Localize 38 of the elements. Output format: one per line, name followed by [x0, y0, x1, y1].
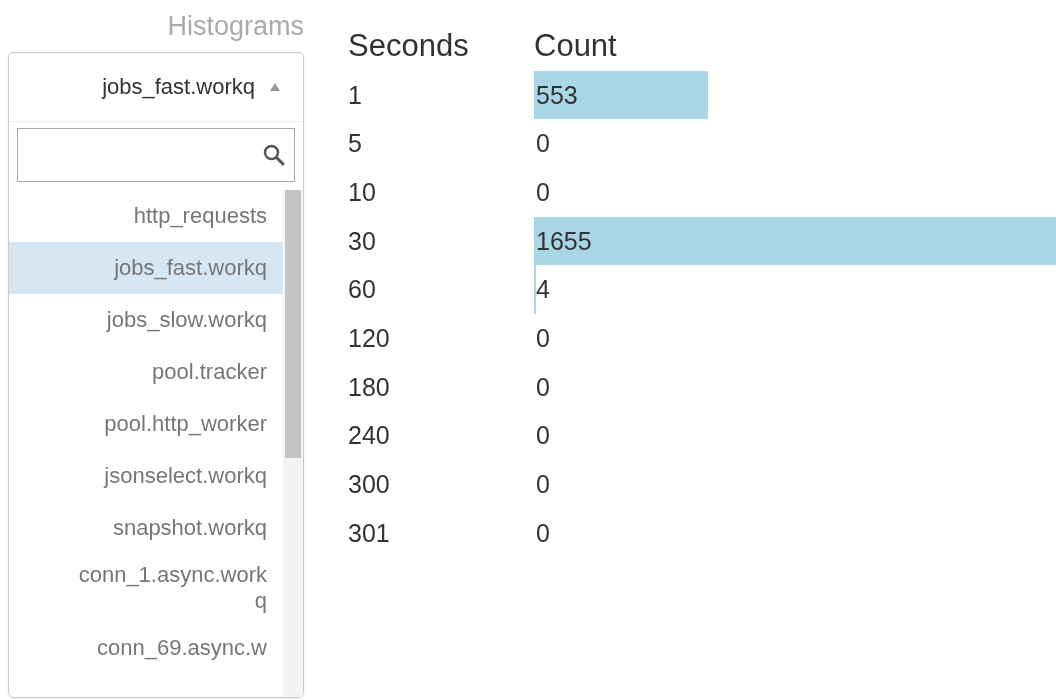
table-cell-text: 30 [348, 225, 377, 257]
dropdown-option[interactable]: conn_1.async.workq [9, 554, 283, 622]
table-cell-text: 10 [348, 176, 377, 208]
table-cell-text: 120 [348, 322, 391, 354]
column-header: Count [534, 27, 618, 65]
caret-icon [269, 82, 281, 92]
table-cell: 0 [536, 372, 550, 402]
scrollbar-thumb[interactable] [285, 190, 301, 458]
table-cell: 0 [536, 518, 550, 548]
dropdown-select[interactable]: jobs_fast.workq [9, 53, 303, 122]
dropdown-option[interactable]: jsonselect.workq [9, 450, 283, 502]
search-icon [262, 143, 286, 167]
table-cell: 0 [536, 129, 550, 159]
dropdown-option[interactable]: jobs_fast.workq [9, 242, 283, 294]
table-cell-text: 300 [348, 469, 391, 501]
section-heading: Histograms [167, 10, 304, 43]
table-cell-text: 60 [348, 274, 377, 306]
dropdown-option[interactable]: pool.http_worker [9, 398, 283, 450]
dropdown-option[interactable]: conn_69.async.w [9, 622, 283, 674]
table-cell: 0 [536, 323, 550, 353]
column-header: Seconds [348, 27, 470, 65]
dropdown-option[interactable]: snapshot.workq [9, 502, 283, 554]
dropdown-option[interactable]: jobs_slow.workq [9, 294, 283, 346]
dropdown-option[interactable]: http_requests [9, 190, 283, 242]
table-cell: 553 [536, 80, 578, 110]
table-cell: 0 [536, 421, 550, 451]
table-cell: 0 [536, 177, 550, 207]
table-cell: 1655 [536, 226, 592, 256]
table-cell-text: 5 [348, 128, 363, 160]
dropdown-option[interactable]: pool.tracker [9, 346, 283, 398]
search-field[interactable] [17, 128, 295, 182]
table-cell: 0 [536, 470, 550, 500]
table-cell-text: 1 [348, 79, 363, 111]
scrollbar-track[interactable] [283, 190, 303, 697]
table-cell: 4 [536, 275, 550, 305]
table-cell-text: 180 [348, 371, 391, 403]
table-cell-text: 240 [348, 420, 391, 452]
table-cell-text: 301 [348, 517, 391, 549]
